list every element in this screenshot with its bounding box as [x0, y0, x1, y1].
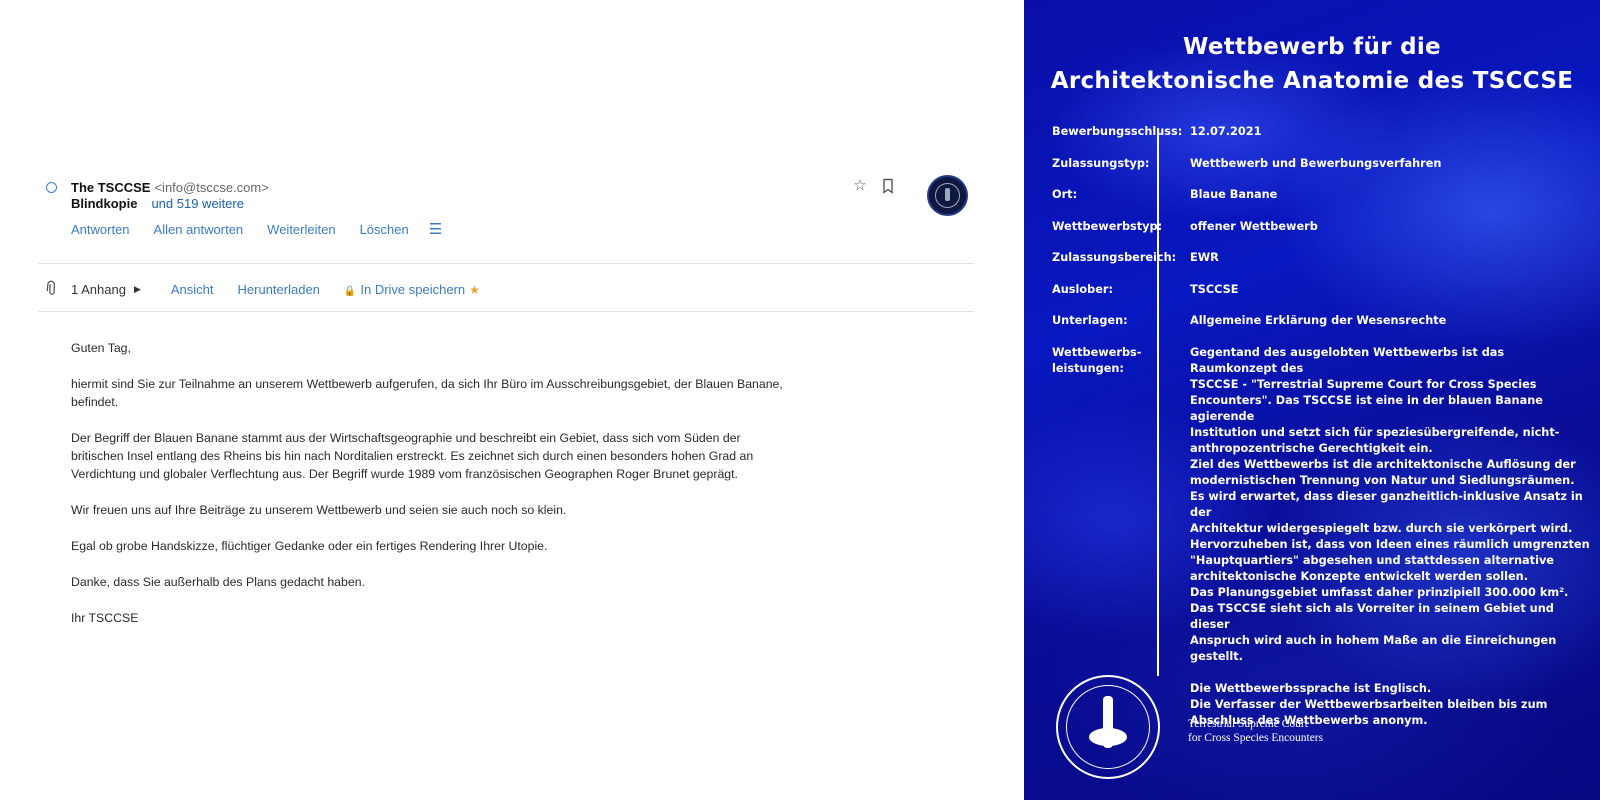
- download-attachment-link[interactable]: Herunterladen: [238, 282, 320, 297]
- leistungen-line: architektonische Konzepte entwickelt wer…: [1190, 569, 1528, 583]
- leistungen-line: "Hauptquartiers" abgesehen und stattdess…: [1190, 553, 1554, 567]
- attachment-count[interactable]: 1 Anhang: [71, 282, 126, 297]
- body-paragraph: Danke, dass Sie außerhalb des Plans geda…: [71, 575, 365, 589]
- info-row: Unterlagen: Allgemeine Erklärung der Wes…: [1052, 313, 1592, 345]
- info-row-leistungen: Wettbewerbs- leistungen: Gegentand des a…: [1052, 345, 1592, 729]
- leistungen-spacer: [1190, 665, 1592, 681]
- sender-address: <info@tsccse.com>: [154, 180, 269, 195]
- premium-star-icon: ★: [469, 282, 480, 297]
- poster-title: Wettbewerb für die Architektonische Anat…: [1024, 30, 1600, 98]
- expand-caret-icon[interactable]: ▶: [134, 284, 141, 295]
- info-value: TSCCSE: [1190, 282, 1239, 296]
- leistungen-line: Architektur widergespiegelt bzw. durch s…: [1190, 521, 1573, 535]
- info-key-line: Wettbewerbs-: [1052, 345, 1142, 359]
- court-name: Terrestrial Supreme Court for Cross Spec…: [1188, 717, 1323, 745]
- info-key: Auslober:: [1052, 282, 1113, 296]
- leistungen-line: Hervorzuheben ist, dass von Ideen eines …: [1190, 537, 1590, 551]
- forward-button[interactable]: Weiterleiten: [267, 221, 335, 239]
- reply-button[interactable]: Antworten: [71, 221, 130, 239]
- view-attachment-link[interactable]: Ansicht: [171, 282, 214, 297]
- court-seal-logo: [1056, 675, 1160, 779]
- body-paragraph: Egal ob grobe Handskizze, flüchtiger Ged…: [71, 539, 548, 553]
- leistungen-line: modernistischen Trennung von Natur und S…: [1190, 473, 1575, 487]
- leistungen-line: Institution und setzt sich für speziesüb…: [1190, 425, 1560, 439]
- info-key: Wettbewerbstyp:: [1052, 219, 1163, 233]
- poster-title-line: Wettbewerb für die: [1183, 34, 1441, 60]
- poster-title-line: Architektonische Anatomie des TSCCSE: [1050, 68, 1574, 94]
- leistungen-line: Das Planungsgebiet umfasst daher prinzip…: [1190, 585, 1569, 599]
- delete-button[interactable]: Löschen: [360, 221, 409, 239]
- avatar[interactable]: [927, 175, 968, 216]
- recipient-line: Blindkopie und 519 weitere: [71, 196, 244, 212]
- attachment-bar: 1 Anhang ▶ Ansicht Herunterladen 🔒 In Dri…: [45, 279, 480, 299]
- save-to-drive-link[interactable]: 🔒 In Drive speichern ★: [344, 282, 480, 297]
- info-value: Allgemeine Erklärung der Wesensrechte: [1190, 314, 1447, 327]
- info-value: 12.07.2021: [1190, 125, 1262, 138]
- divider: [38, 311, 974, 312]
- leistungen-line: Encounters". Das TSCCSE ist eine in der …: [1190, 393, 1543, 423]
- sender-name[interactable]: The TSCCSE: [71, 180, 150, 195]
- bcc-label: Blindkopie: [71, 196, 138, 211]
- unread-indicator-icon[interactable]: [46, 182, 57, 193]
- info-row: Auslober: TSCCSE: [1052, 282, 1592, 314]
- lock-icon: 🔒: [343, 285, 357, 297]
- save-to-drive-label: In Drive speichern: [360, 281, 466, 297]
- message-actions: Antworten Allen antworten Weiterleiten L…: [71, 221, 442, 239]
- competition-poster: Wettbewerb für die Architektonische Anat…: [1024, 0, 1600, 800]
- info-row: Ort: Blaue Banane: [1052, 187, 1592, 219]
- info-row: Wettbewerbstyp: offener Wettbewerb: [1052, 219, 1592, 251]
- body-paragraph: Wir freuen uns auf Ihre Beiträge zu unse…: [71, 503, 567, 517]
- divider: [38, 263, 974, 264]
- info-key: Zulassungsbereich:: [1052, 251, 1177, 264]
- court-name-line: Terrestrial Supreme Court: [1188, 718, 1308, 730]
- body-paragraph: Ihr TSCCSE: [71, 611, 139, 625]
- leistungen-line: Es wird erwartet, dass dieser ganzheitli…: [1190, 489, 1583, 519]
- header-icons: ☆: [852, 178, 896, 194]
- star-icon[interactable]: ☆: [852, 178, 868, 194]
- leistungen-text: Gegentand des ausgelobten Wettbewerbs is…: [1190, 345, 1592, 729]
- sender-line: The TSCCSE <info@tsccse.com>: [71, 180, 269, 196]
- info-key: Zulassungstyp:: [1052, 156, 1150, 170]
- poster-column-divider: [1157, 128, 1159, 676]
- more-menu-icon[interactable]: ☰: [429, 221, 442, 239]
- body-paragraph: Der Begriff der Blauen Banane stammt aus…: [71, 431, 754, 481]
- leistungen-line: Anspruch wird auch in hohem Maße an die …: [1190, 633, 1557, 663]
- info-key-line: leistungen:: [1052, 361, 1124, 375]
- reply-all-button[interactable]: Allen antworten: [154, 221, 244, 239]
- info-row: Bewerbungsschluss: 12.07.2021: [1052, 124, 1592, 156]
- leistungen-line: Ziel des Wettbewerbs ist die architekton…: [1190, 457, 1576, 471]
- message-body: Guten Tag, hiermit sind Sie zur Teilnahm…: [71, 339, 791, 645]
- leistungen-line: Die Verfasser der Wettbewerbsarbeiten bl…: [1190, 697, 1548, 711]
- info-row: Zulassungstyp: Wettbewerb und Bewerbungs…: [1052, 156, 1592, 188]
- info-row: Zulassungsbereich: EWR: [1052, 250, 1592, 282]
- leistungen-line: Gegentand des ausgelobten Wettbewerbs is…: [1190, 345, 1505, 375]
- info-value: Wettbewerb und Bewerbungsverfahren: [1190, 156, 1442, 170]
- leistungen-line: TSCCSE - "Terrestrial Supreme Court for …: [1190, 377, 1537, 391]
- leistungen-line: Das TSCCSE sieht sich als Vorreiter in s…: [1190, 601, 1554, 631]
- seal-emblem-icon: [1066, 685, 1150, 769]
- poster-info-table: Bewerbungsschluss: 12.07.2021 Zulassungs…: [1052, 124, 1592, 729]
- more-recipients-link[interactable]: und 519 weitere: [151, 196, 244, 211]
- info-key: Bewerbungsschluss:: [1052, 125, 1183, 138]
- mail-view: The TSCCSE <info@tsccse.com> Blindkopie un…: [0, 0, 1024, 800]
- leistungen-line: anthropozentrische Gerechtigkeit ein.: [1190, 441, 1433, 455]
- body-paragraph: Guten Tag,: [71, 341, 131, 355]
- info-value: EWR: [1190, 251, 1219, 264]
- body-paragraph: hiermit sind Sie zur Teilnahme an unsere…: [71, 377, 783, 409]
- info-key: Ort:: [1052, 188, 1078, 201]
- paperclip-icon: [41, 276, 68, 303]
- leistungen-line: Die Wettbewerbssprache ist Englisch.: [1190, 681, 1432, 695]
- info-key: Unterlagen:: [1052, 314, 1128, 327]
- info-value: Blaue Banane: [1190, 188, 1278, 201]
- court-name-line: for Cross Species Encounters: [1188, 732, 1324, 744]
- avatar-seal-icon: [935, 183, 960, 208]
- bookmark-icon[interactable]: [880, 178, 896, 194]
- info-key: Wettbewerbs- leistungen:: [1052, 345, 1190, 729]
- info-value: offener Wettbewerb: [1190, 219, 1318, 233]
